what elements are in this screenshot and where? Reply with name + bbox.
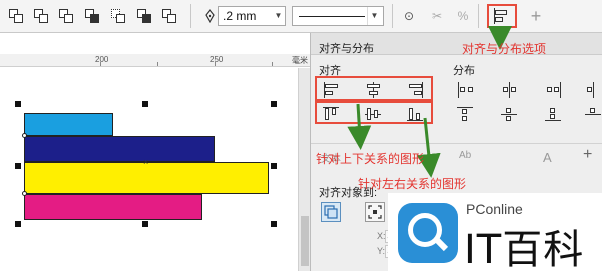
ruler-unit: 毫米 [292, 56, 308, 65]
vertical-scrollbar[interactable] [298, 68, 310, 271]
text-a-icon[interactable]: A [543, 150, 552, 165]
node-point[interactable] [22, 191, 27, 196]
ruler-label: 200 [95, 55, 109, 64]
active-objects-button[interactable] [321, 202, 341, 222]
distribute-left-button[interactable] [457, 82, 475, 98]
pen-icon [205, 9, 215, 23]
annotation-vertical-relation: 针对上下关系的图形 [316, 152, 425, 166]
pconline-logo-icon [398, 203, 458, 263]
combine-icon[interactable] [8, 8, 24, 24]
cyan-rectangle[interactable] [24, 113, 113, 136]
annotation-horizontal-relation: 针对左右关系的图形 [358, 177, 467, 191]
selection-handle[interactable] [15, 101, 21, 107]
text-ab-icon[interactable]: Ab [459, 150, 471, 161]
watermark-brand: PConline [466, 201, 523, 217]
selection-handle[interactable] [142, 101, 148, 107]
distribute-top-button[interactable] [457, 106, 475, 122]
plus-icon[interactable]: + [583, 146, 592, 164]
distribute-right-button[interactable] [585, 82, 602, 98]
annotation-align-option: 对齐与分布选项 [462, 42, 547, 56]
frame-icon [368, 205, 382, 219]
panel-title: 对齐与分布 [319, 43, 374, 55]
distribute-middle-button[interactable] [501, 106, 519, 122]
front-minus-back-icon[interactable] [136, 8, 152, 24]
trim-icon[interactable] [58, 8, 74, 24]
plus-icon[interactable]: + [528, 6, 544, 26]
align-distribute-button[interactable] [487, 4, 517, 28]
back-minus-front-icon[interactable] [161, 8, 177, 24]
distribute-bottom-button[interactable] [585, 106, 602, 122]
watermark-logo-text: IT百科 [464, 227, 585, 271]
weld-icon[interactable] [33, 8, 49, 24]
distribute-vspacing-button[interactable] [545, 106, 563, 122]
intersect-icon[interactable] [84, 8, 100, 24]
distribute-center-button[interactable] [501, 82, 519, 98]
navy-rectangle[interactable] [24, 136, 215, 162]
selection-handle[interactable] [15, 221, 21, 227]
node-point[interactable] [22, 133, 27, 138]
distribute-section-label: 分布 [453, 65, 475, 77]
watermark: PConline IT百科 [388, 193, 602, 271]
selection-handle[interactable] [271, 101, 277, 107]
page-edge-button[interactable] [365, 202, 385, 222]
center-marker: × [143, 157, 149, 167]
highlight-box [315, 76, 433, 101]
y-coordinate-label: Y: [377, 246, 386, 256]
break-apart-icon[interactable]: % [454, 8, 472, 24]
chevron-down-icon[interactable]: ▼ [367, 7, 381, 25]
selection-icon [324, 205, 338, 219]
simplify-icon[interactable] [110, 8, 126, 24]
property-toolbar: ▼ ▼ ⊙ ✂ % + [0, 0, 602, 33]
selection-handle[interactable] [15, 163, 21, 169]
chevron-down-icon[interactable]: ▼ [272, 7, 285, 25]
selection-handle[interactable] [271, 163, 277, 169]
x-coordinate-label: X: [377, 231, 386, 241]
selection-handle[interactable] [142, 221, 148, 227]
distribute-spacing-button[interactable] [545, 82, 563, 98]
magenta-rectangle[interactable] [24, 194, 202, 220]
horizontal-ruler: 200 250 毫米 [0, 54, 310, 67]
highlight-box [315, 101, 433, 124]
ruler-label: 250 [210, 55, 224, 64]
selection-handle[interactable] [271, 221, 277, 227]
wrap-text-icon[interactable]: ⊙ [400, 8, 418, 24]
convert-icon[interactable]: ✂ [428, 8, 446, 24]
line-style-select[interactable]: ▼ [292, 6, 384, 26]
